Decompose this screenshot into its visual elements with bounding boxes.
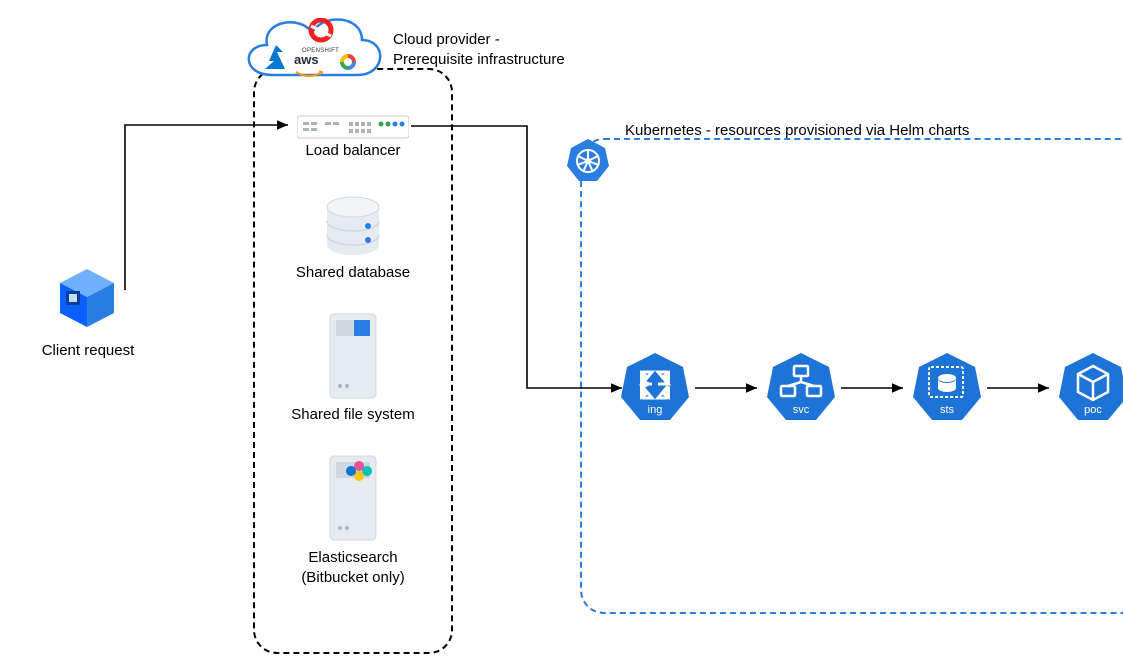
fileserver-icon — [326, 312, 380, 402]
k8s-ing-node: ing — [618, 350, 692, 424]
arrow-ing-svc — [695, 383, 765, 393]
load-balancer-label: Load balancer — [305, 142, 400, 159]
elasticsearch-label: Elasticsearch (Bitbucket only) — [301, 548, 404, 587]
openshift-icon: OPENSHIFT — [302, 18, 339, 54]
arrow-svc-sts — [841, 383, 911, 393]
svg-text:ing: ing — [648, 404, 663, 416]
svg-text:svc: svc — [793, 404, 810, 416]
arrow-client-to-lb — [120, 120, 300, 300]
elasticsearch-icon — [326, 454, 380, 544]
k8s-sts-node: sts — [910, 350, 984, 424]
database-icon — [320, 195, 386, 261]
kubernetes-icon — [565, 137, 611, 183]
load-balancer-icon — [297, 112, 409, 142]
kubernetes-label: Kubernetes - resources provisioned via H… — [625, 122, 969, 139]
cloud-provider-label: Cloud provider - Prerequisite infrastruc… — [393, 30, 565, 71]
k8s-pod-node: poc — [1056, 350, 1123, 424]
svg-text:poc: poc — [1084, 404, 1102, 416]
shared-database-label: Shared database — [296, 264, 410, 281]
aws-icon: aws — [294, 52, 324, 84]
arrow-sts-pod — [987, 383, 1057, 393]
client-request-label: Client request — [42, 342, 135, 359]
client-icon — [52, 265, 122, 335]
azure-icon — [263, 44, 289, 74]
shared-fs-label: Shared file system — [291, 406, 414, 423]
svg-text:sts: sts — [940, 404, 955, 416]
k8s-svc-node: svc — [764, 350, 838, 424]
gcp-icon — [336, 50, 360, 78]
